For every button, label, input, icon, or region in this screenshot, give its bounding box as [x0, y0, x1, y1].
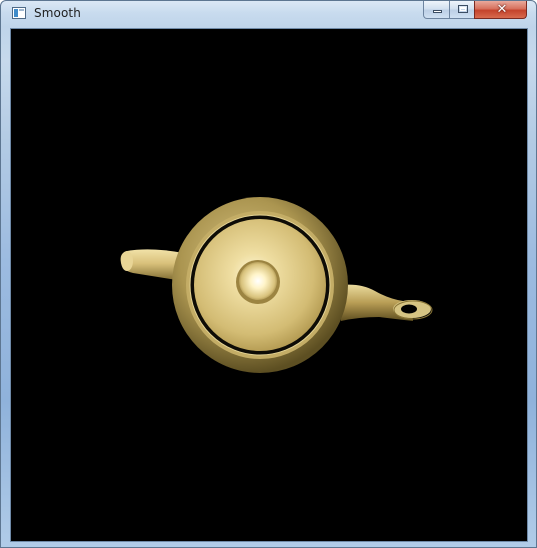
close-icon: ✕	[496, 2, 508, 17]
caption-buttons: ✕	[423, 1, 527, 20]
maximize-icon	[458, 5, 468, 13]
maximize-button[interactable]	[449, 1, 475, 19]
opengl-canvas[interactable]	[10, 28, 528, 542]
minimize-button[interactable]	[423, 1, 450, 19]
close-button[interactable]: ✕	[474, 1, 527, 19]
teapot-spout	[341, 284, 433, 321]
teapot-render	[120, 197, 433, 373]
application-window: Smooth ✕	[0, 0, 537, 548]
teapot-knob	[239, 262, 277, 300]
minimize-icon	[433, 10, 442, 13]
opengl-window-icon[interactable]	[12, 7, 26, 19]
window-title: Smooth	[34, 6, 81, 20]
title-bar[interactable]: Smooth ✕	[1, 1, 536, 27]
